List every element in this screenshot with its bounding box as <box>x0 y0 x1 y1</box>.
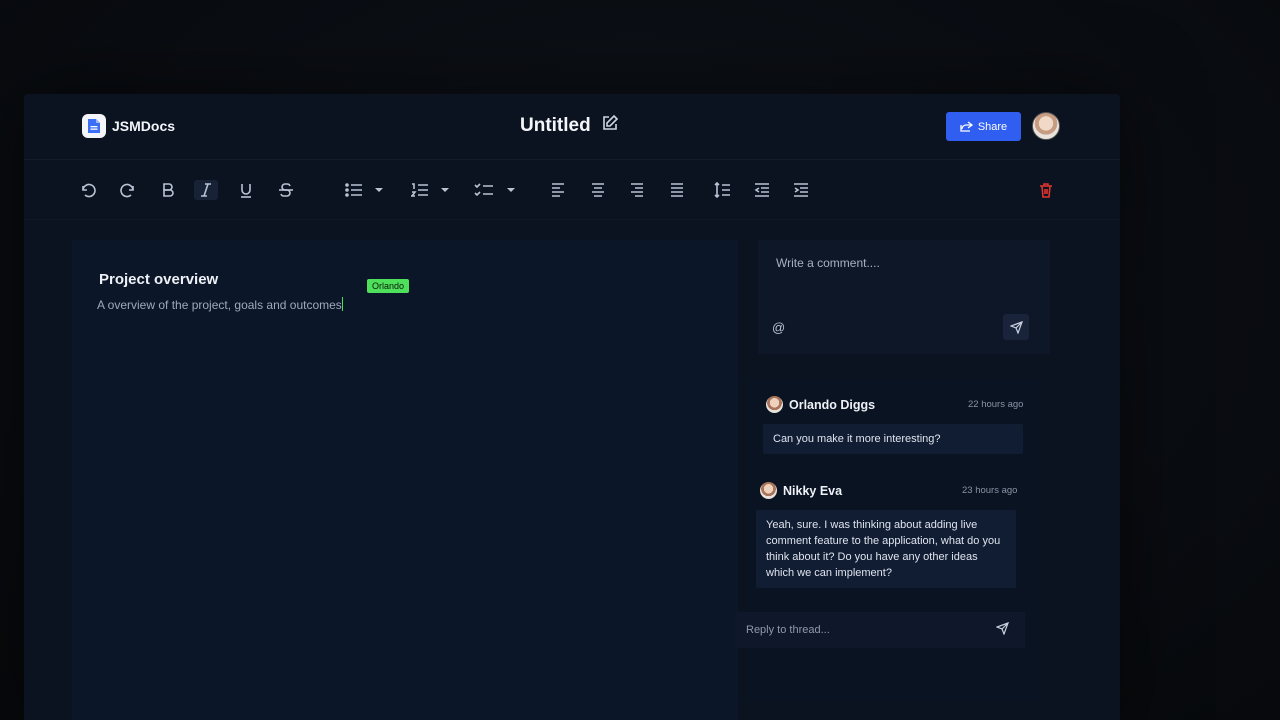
comment-body: Yeah, sure. I was thinking about adding … <box>756 510 1016 588</box>
edit-title-icon[interactable] <box>601 114 619 137</box>
brand[interactable]: JSMDocs <box>82 114 175 138</box>
doc-paragraph[interactable]: A overview of the project, goals and out… <box>97 297 343 312</box>
comment-input[interactable]: Write a comment.... <box>776 256 880 270</box>
redo-icon[interactable] <box>118 180 138 200</box>
share-icon <box>960 121 973 132</box>
line-height-icon[interactable] <box>712 180 732 200</box>
document-editor[interactable]: Project overview A overview of the proje… <box>72 240 738 720</box>
italic-icon[interactable] <box>194 180 218 200</box>
collab-cursor <box>341 297 343 311</box>
align-center-icon[interactable] <box>588 180 608 200</box>
comment-author: Orlando Diggs <box>789 397 876 412</box>
formatting-toolbar <box>24 160 1120 220</box>
comment-composer: Write a comment.... @ <box>758 240 1050 354</box>
align-justify-icon[interactable] <box>667 180 687 200</box>
reply-box: Reply to thread... <box>735 612 1025 648</box>
doc-title-group: Untitled <box>520 114 619 137</box>
checklist-dropdown[interactable] <box>474 180 518 200</box>
send-reply-icon[interactable] <box>995 621 1010 640</box>
strikethrough-icon[interactable] <box>276 180 296 200</box>
outdent-icon[interactable] <box>752 180 772 200</box>
comment-header: Nikky Eva <box>760 482 842 499</box>
doc-heading[interactable]: Project overview <box>99 271 218 288</box>
docs-logo-icon <box>82 114 106 138</box>
underline-icon[interactable] <box>236 180 256 200</box>
bullet-list-dropdown[interactable] <box>344 180 386 200</box>
comment-author: Nikky Eva <box>783 483 843 498</box>
collaborator-cursor-label: Orlando <box>367 279 410 293</box>
align-left-icon[interactable] <box>548 180 568 200</box>
user-avatar[interactable] <box>1032 112 1060 140</box>
comment-header: Orlando Diggs <box>766 396 875 413</box>
share-button[interactable]: Share <box>946 112 1021 141</box>
ordered-list-dropdown[interactable] <box>410 180 452 200</box>
editor-app-window: JSMDocs Untitled Share Project overview … <box>24 94 1120 720</box>
comment-thread: Orlando Diggs 22 hours ago Can you make … <box>750 380 1040 700</box>
app-name: JSMDocs <box>112 118 176 134</box>
mention-icon[interactable]: @ <box>772 320 785 335</box>
send-comment-button[interactable] <box>1003 314 1029 340</box>
avatar <box>766 396 783 413</box>
comment-time: 23 hours ago <box>962 485 1018 496</box>
undo-icon[interactable] <box>78 180 98 200</box>
doc-title[interactable]: Untitled <box>520 115 591 137</box>
comment-body: Can you make it more interesting? <box>763 424 1023 454</box>
reply-input[interactable]: Reply to thread... <box>746 624 830 636</box>
align-right-icon[interactable] <box>627 180 647 200</box>
avatar <box>760 482 777 499</box>
header-bar: JSMDocs Untitled Share <box>24 94 1120 160</box>
indent-icon[interactable] <box>791 180 811 200</box>
delete-icon[interactable] <box>1036 180 1056 200</box>
paragraph-text: A overview of the project, goals and out… <box>97 298 342 312</box>
share-label: Share <box>977 120 1008 133</box>
send-icon <box>1009 320 1023 334</box>
bold-icon[interactable] <box>158 180 178 200</box>
comment-time: 22 hours ago <box>968 399 1024 410</box>
